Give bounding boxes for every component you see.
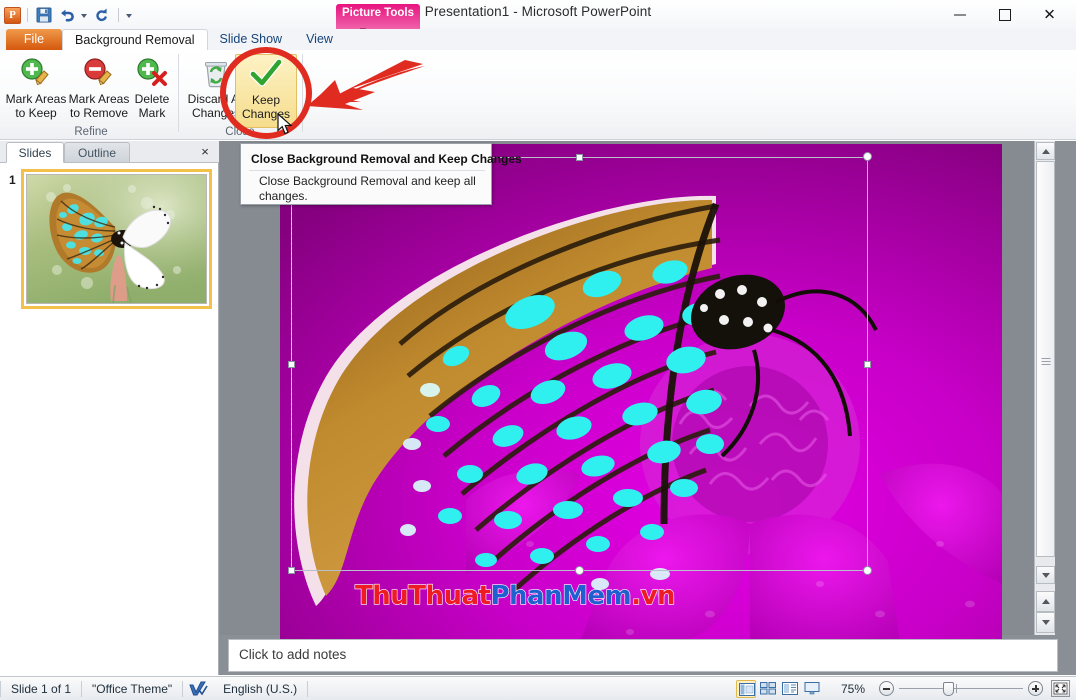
watermark-part-1: ThuThuat [354, 580, 491, 611]
watermark-part-3: .vn [631, 580, 677, 611]
close-button[interactable]: ✕ [1027, 2, 1072, 28]
watermark-part-2: PhanMem [490, 580, 632, 611]
status-bar: Slide 1 of 1 "Office Theme" English (U.S… [0, 676, 1076, 700]
normal-view-button[interactable] [736, 679, 756, 698]
label-line-2: to Remove [69, 106, 129, 120]
ribbon-group-refine: Mark Areas to Keep Mark Areas to Remove [0, 50, 182, 140]
theme-name[interactable]: "Office Theme" [82, 680, 182, 698]
window-controls: ✕ [937, 0, 1072, 29]
zoom-in-button[interactable] [1028, 681, 1043, 696]
label-line-1: Delete [134, 92, 170, 106]
scrollbar-thumb[interactable] [1036, 161, 1055, 557]
fit-slide-to-window-button[interactable] [1051, 680, 1070, 697]
tab-outline[interactable]: Outline [64, 142, 130, 163]
tab-view[interactable]: View [294, 29, 345, 50]
thumbnail-image [26, 174, 207, 304]
contextual-tab-label: Picture Tools [342, 7, 414, 19]
label-line-1: Keep [251, 93, 281, 107]
button-label: Mark Areas to Keep [2, 92, 70, 120]
slide-show-button[interactable] [802, 680, 822, 698]
tab-background-removal[interactable]: Background Removal [62, 29, 208, 50]
slide-indicator[interactable]: Slide 1 of 1 [1, 680, 81, 698]
resize-handle-top-center[interactable] [576, 154, 583, 161]
slide-number: 1 [9, 173, 16, 187]
zoom-level[interactable]: 75% [833, 682, 873, 696]
zoom-slider-midpoint [956, 683, 957, 693]
notes-placeholder: Click to add notes [239, 647, 347, 662]
ribbon-tab-strip: File Background Removal Slide Show View … [0, 29, 1076, 76]
tab-slides[interactable]: Slides [6, 142, 64, 163]
group-title-refine: Refine [74, 126, 108, 138]
button-mark-areas-to-keep[interactable]: Mark Areas to Keep [2, 54, 70, 128]
maximize-button[interactable] [982, 2, 1027, 28]
label-line-1: Mark Areas [5, 92, 67, 106]
picture-selection-frame [288, 152, 872, 575]
label-line-2: Mark [138, 106, 166, 120]
button-label: Mark Areas to Remove [65, 92, 133, 120]
divider [302, 54, 303, 132]
discard-all-changes-icon [199, 56, 233, 90]
scroll-down-button[interactable] [1036, 566, 1055, 584]
pane-tabs: Slides Outline × [0, 141, 219, 163]
vertical-scrollbar[interactable] [1034, 141, 1055, 635]
button-label: Delete Mark [124, 92, 180, 120]
spellcheck-icon[interactable] [183, 681, 213, 696]
label-line-1: Mark Areas [68, 92, 130, 106]
powerpoint-window: P Presentation1 - Microsoft PowerPoint P… [0, 0, 1076, 700]
divider [178, 54, 179, 132]
resize-handle-top-right[interactable] [863, 152, 872, 161]
divider [249, 170, 485, 171]
mark-areas-to-keep-icon [19, 56, 53, 90]
zoom-slider-track [899, 687, 1023, 689]
resize-handle-bottom-left[interactable] [288, 567, 295, 574]
notes-pane[interactable]: Click to add notes [228, 639, 1058, 672]
previous-slide-button[interactable] [1036, 591, 1055, 612]
button-mark-areas-to-remove[interactable]: Mark Areas to Remove [65, 54, 133, 128]
resize-handle-bottom-right[interactable] [863, 566, 872, 575]
delete-mark-icon [135, 56, 169, 90]
slide-thumbnail-list: 1 [7, 169, 212, 309]
mouse-cursor [277, 112, 295, 137]
tab-slide-show[interactable]: Slide Show [208, 29, 295, 50]
slide-sorter-button[interactable] [758, 680, 778, 698]
slide-thumbnail-1[interactable] [21, 169, 212, 309]
title-bar: P Presentation1 - Microsoft PowerPoint P… [0, 0, 1076, 48]
resize-handle-middle-left[interactable] [288, 361, 295, 368]
keep-changes-icon [249, 57, 283, 91]
zoom-out-button[interactable] [879, 681, 894, 696]
tab-file[interactable]: File [6, 29, 62, 50]
ribbon: Mark Areas to Keep Mark Areas to Remove [0, 50, 1076, 140]
slides-pane: Slides Outline × 1 [0, 141, 219, 675]
zoom-slider[interactable] [899, 681, 1023, 697]
next-slide-button[interactable] [1036, 612, 1055, 633]
language-indicator[interactable]: English (U.S.) [213, 680, 307, 698]
reading-view-button[interactable] [780, 680, 800, 698]
zoom-slider-handle[interactable] [943, 681, 954, 696]
resize-handle-middle-right[interactable] [864, 361, 871, 368]
divider [307, 680, 309, 697]
window-title: Presentation1 - Microsoft PowerPoint [424, 4, 652, 19]
watermark: ThuThuatPhanMem.vn [354, 580, 677, 611]
minimize-button[interactable] [937, 2, 982, 28]
ribbon-tabs: File Background Removal Slide Show View [0, 29, 345, 50]
label-line-2: Changes [191, 106, 241, 120]
tooltip-title: Close Background Removal and Keep Change… [251, 152, 522, 166]
close-pane-icon[interactable]: × [197, 144, 213, 160]
label-line-2: to Keep [15, 106, 57, 120]
tooltip-keep-changes: Close Background Removal and Keep Change… [240, 143, 522, 205]
tooltip-body: Close Background Removal and keep all ch… [259, 174, 476, 203]
resize-handle-bottom-center[interactable] [575, 566, 584, 575]
scroll-up-button[interactable] [1036, 142, 1055, 160]
button-delete-mark[interactable]: Delete Mark [124, 54, 180, 128]
mark-areas-to-remove-icon [82, 56, 116, 90]
